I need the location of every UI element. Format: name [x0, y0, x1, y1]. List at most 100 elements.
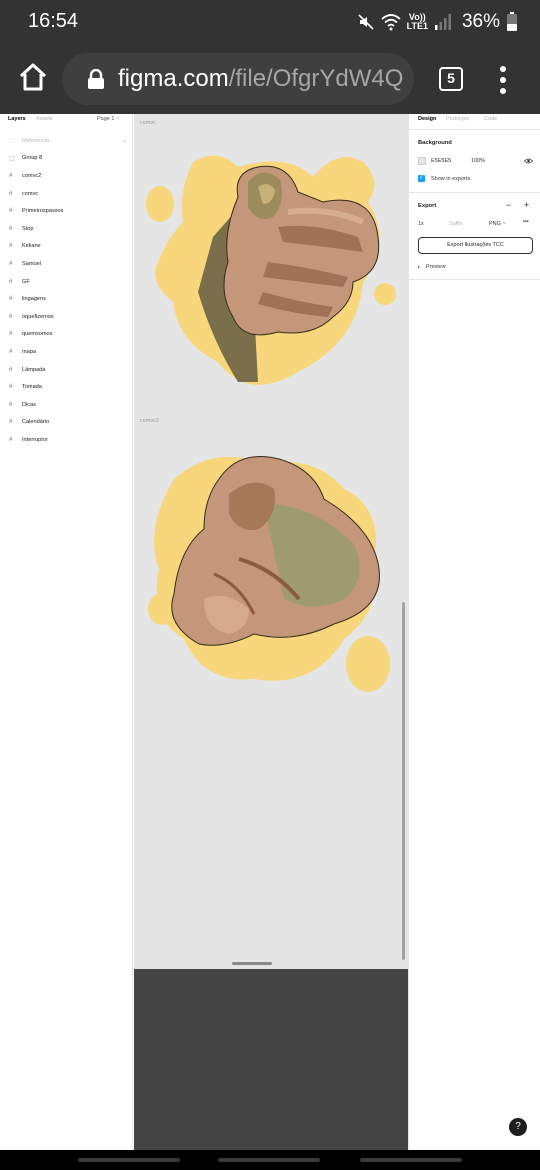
tab-design[interactable]: Design	[418, 116, 436, 122]
battery-percent: 36%	[461, 11, 500, 32]
layer-item[interactable]: # Calendário	[0, 414, 133, 432]
figma-editor: Layers Assets Page 1 ~ ⬚ Referencia ⌄ ⬚ Grou…	[0, 114, 540, 1150]
url-text: figma.com/file/OfgrYdW4Q	[118, 65, 403, 93]
page-selector[interactable]: Page 1 ~	[97, 116, 119, 122]
add-export-icon[interactable]: +	[524, 200, 529, 210]
frame-icon: #	[9, 243, 13, 250]
chevron-down-icon[interactable]: ⌄	[122, 137, 127, 144]
layer-item[interactable]: # mapa	[0, 343, 133, 361]
layer-label: Samuel	[22, 260, 41, 267]
export-suffix-input[interactable]: Suffix	[449, 221, 463, 227]
pointing-hand-illustration[interactable]	[138, 142, 408, 397]
export-section-title: Export	[418, 203, 437, 209]
layer-label: quemsomos	[22, 331, 53, 338]
tab-switcher-button[interactable]: 5	[439, 67, 463, 91]
nav-home-button[interactable]	[218, 1158, 320, 1162]
frame-icon: #	[9, 436, 13, 443]
remove-export-icon[interactable]: −	[506, 200, 511, 210]
layer-item[interactable]: # comvc2	[0, 167, 133, 185]
status-bar: 16:54 Vo)) LTE1 36%	[0, 0, 540, 44]
layer-item[interactable]: # Lâmpada	[0, 361, 133, 379]
export-button[interactable]: Export Ilustrações TCC	[418, 237, 533, 254]
preview-chevron-icon[interactable]: ▸	[418, 264, 420, 269]
layer-label: Lâmpada	[22, 366, 46, 373]
status-icons: Vo)) LTE1 36%	[357, 9, 518, 35]
frame-icon: #	[9, 172, 13, 179]
frame-icon: #	[9, 384, 13, 391]
network-type: Vo)) LTE1	[407, 13, 428, 31]
canvas-empty-area[interactable]	[134, 969, 408, 1150]
home-icon[interactable]	[18, 62, 48, 92]
layer-label: Calendário	[22, 419, 50, 426]
layer-item[interactable]: # Keliane	[0, 238, 133, 256]
layer-label: oquefizemos	[22, 313, 54, 320]
mute-icon	[358, 14, 374, 30]
layer-item[interactable]: # Dicas	[0, 396, 133, 414]
signal-icon	[434, 14, 451, 30]
background-opacity[interactable]: 100%	[471, 158, 485, 164]
nav-back-button[interactable]	[360, 1158, 462, 1162]
layer-label: Keliane	[22, 243, 41, 250]
tab-prototype[interactable]: Prototype	[446, 116, 470, 122]
nav-recent-button[interactable]	[78, 1158, 180, 1162]
network-bottom-label: LTE1	[406, 21, 428, 31]
background-color-swatch[interactable]	[418, 157, 426, 165]
layer-item[interactable]: # lingagens	[0, 290, 133, 308]
layer-label: Referencia	[22, 137, 50, 144]
frame-label-comvc2[interactable]: comvc2	[140, 418, 159, 424]
layer-item[interactable]: # GF	[0, 273, 133, 291]
layer-item[interactable]: # Samuel	[0, 255, 133, 273]
layer-label: lingagens	[22, 296, 46, 303]
vertical-scrollbar[interactable]	[402, 602, 405, 960]
layer-item[interactable]: ⬚ Group 8	[0, 150, 133, 168]
tab-layers[interactable]: Layers	[8, 116, 26, 122]
layer-item[interactable]: ⬚ Referencia ⌄	[0, 132, 133, 150]
eye-icon[interactable]	[524, 158, 533, 164]
layer-item[interactable]: # Tomada	[0, 378, 133, 396]
divider	[409, 129, 540, 130]
frame-icon: ⬚	[9, 138, 15, 145]
frame-icon: #	[9, 331, 13, 338]
layer-label: Dicas	[22, 401, 36, 408]
background-hex[interactable]: E5E5E5	[431, 158, 451, 164]
address-bar[interactable]: figma.com/file/OfgrYdW4Q	[62, 53, 414, 105]
group-icon: ⬚	[9, 155, 15, 162]
help-button[interactable]: ?	[509, 1118, 527, 1136]
layers-panel-tabs: Layers Assets Page 1 ~	[8, 116, 128, 128]
horizontal-scrollbar[interactable]	[232, 962, 272, 965]
layer-label: Primeirospassos	[22, 208, 64, 215]
fist-illustration[interactable]	[144, 449, 408, 709]
layer-label: Tomada	[22, 384, 42, 391]
layer-item[interactable]: # Interruptor	[0, 431, 133, 449]
frame-icon: #	[9, 278, 13, 285]
layer-label: mapa	[22, 348, 36, 355]
tab-code[interactable]: Code	[484, 116, 497, 122]
frame-icon: #	[9, 313, 13, 320]
export-scale[interactable]: 1x	[418, 221, 424, 227]
frame-icon: #	[9, 366, 13, 373]
divider	[409, 279, 540, 280]
layers-panel: Layers Assets Page 1 ~ ⬚ Referencia ⌄ ⬚ Grou…	[0, 114, 133, 1150]
show-in-exports-label: Show in exports	[431, 176, 471, 182]
layer-item[interactable]: # Primeirospassos	[0, 202, 133, 220]
browser-menu-button[interactable]	[493, 66, 513, 94]
layer-item[interactable]: # comvc	[0, 185, 133, 203]
layer-label: Stop	[22, 225, 34, 232]
layer-list: ⬚ Referencia ⌄ ⬚ Group 8 # comvc2 # comvc # Primei…	[0, 132, 133, 449]
tab-assets[interactable]: Assets	[36, 116, 53, 122]
background-section-title: Background	[418, 140, 452, 146]
show-in-exports-checkbox[interactable]: ✓	[418, 175, 425, 182]
layer-item[interactable]: # oquefizemos	[0, 308, 133, 326]
divider	[409, 192, 540, 193]
canvas[interactable]: comvc comvc2	[134, 114, 408, 969]
frame-icon: #	[9, 348, 13, 355]
status-time: 16:54	[28, 10, 79, 32]
frame-icon: #	[9, 296, 13, 303]
frame-icon: #	[9, 401, 13, 408]
layer-item[interactable]: # Stop	[0, 220, 133, 238]
preview-toggle[interactable]: Preview	[426, 264, 446, 270]
frame-label-comvc[interactable]: comvc	[140, 120, 156, 126]
layer-item[interactable]: # quemsomos	[0, 326, 133, 344]
export-more-icon[interactable]: •••	[523, 219, 529, 225]
export-format-select[interactable]: PNG ~	[489, 221, 506, 227]
